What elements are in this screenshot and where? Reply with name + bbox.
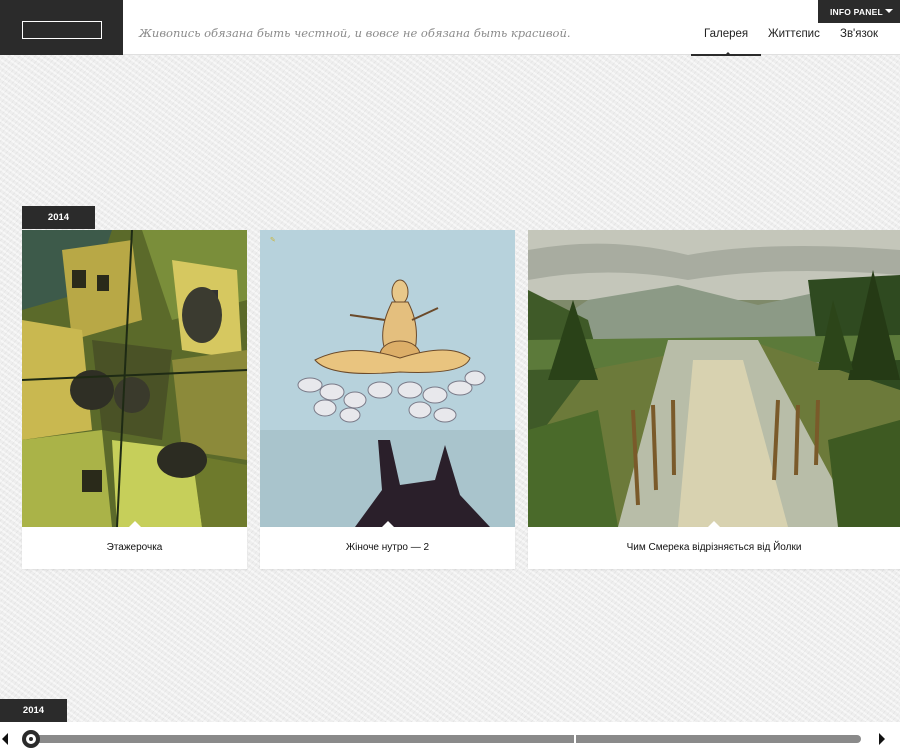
timeline-year-label: 2014 bbox=[0, 699, 67, 727]
painting-title: Чим Смерека відрізняється від Йолки bbox=[528, 521, 900, 569]
tagline: Живопись обязана быть честной, и вовсе н… bbox=[139, 26, 571, 40]
site-header: Живопись обязана быть честной, и вовсе н… bbox=[0, 0, 900, 56]
painting-image[interactable] bbox=[22, 230, 247, 527]
nav-active-indicator bbox=[724, 52, 732, 56]
nav-biography[interactable]: Життєпис bbox=[768, 28, 820, 40]
timeline-handle[interactable] bbox=[22, 730, 40, 748]
painting-smereka bbox=[528, 230, 900, 527]
logo[interactable] bbox=[0, 0, 123, 55]
info-panel-label: INFO PANEL bbox=[830, 7, 883, 17]
chevron-down-icon bbox=[885, 9, 893, 13]
painting-title: Жіноче нутро — 2 bbox=[260, 521, 515, 569]
arrow-right-icon[interactable] bbox=[879, 733, 885, 745]
svg-text:✎: ✎ bbox=[270, 236, 276, 244]
nav-gallery-label: Галерея bbox=[704, 28, 749, 40]
gallery-card[interactable]: ✎ Жіноче нутро — 2 bbox=[260, 230, 515, 569]
nav-contact-label: Зв'язок bbox=[840, 28, 879, 40]
nav-contact[interactable]: Зв'язок bbox=[840, 28, 878, 40]
timeline-divider bbox=[574, 733, 576, 745]
timeline bbox=[0, 722, 900, 750]
gallery-card[interactable]: Чим Смерека відрізняється від Йолки bbox=[528, 230, 900, 569]
painting-image[interactable]: ✎ bbox=[260, 230, 515, 527]
info-panel-button[interactable]: INFO PANEL bbox=[818, 0, 900, 23]
painting-image[interactable] bbox=[528, 230, 900, 527]
year-marker: 2014 bbox=[22, 206, 95, 229]
gallery-card[interactable]: Этажерочка bbox=[22, 230, 247, 569]
painting-etazherochka bbox=[22, 230, 247, 527]
logo-frame bbox=[22, 21, 102, 39]
nav-gallery[interactable]: Галерея bbox=[690, 28, 762, 56]
arrow-left-icon[interactable] bbox=[2, 733, 8, 745]
painting-title: Этажерочка bbox=[22, 521, 247, 569]
timeline-track[interactable] bbox=[26, 735, 861, 743]
painting-zhinoche-nutro-2: ✎ bbox=[260, 230, 515, 527]
nav-biography-label: Життєпис bbox=[768, 28, 820, 40]
